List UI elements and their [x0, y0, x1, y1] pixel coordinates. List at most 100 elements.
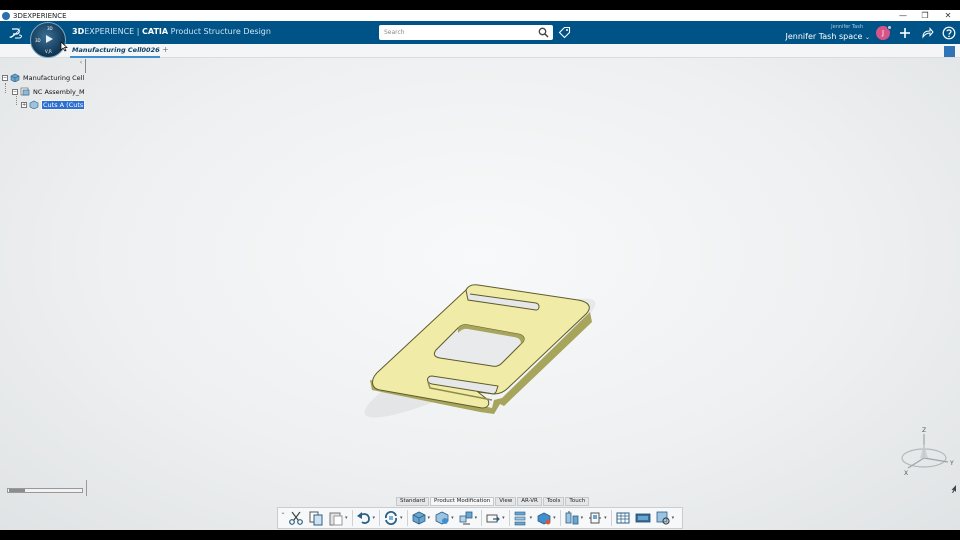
tree-node-label: Manufacturing Cell: [23, 73, 85, 82]
action-bar-sections: Standard Product Modification View AR-VR…: [396, 497, 590, 506]
dropdown-caret-icon[interactable]: ▾: [345, 515, 348, 521]
engineering-connection-button[interactable]: ▾: [513, 510, 533, 526]
fit-all-icon[interactable]: [944, 46, 955, 57]
move-icon: [486, 514, 500, 523]
part-model[interactable]: [0, 58, 960, 530]
display-button[interactable]: [635, 510, 651, 526]
tree-node-cuts-a[interactable]: + Cuts A (Cuts: [21, 99, 86, 110]
tab-manufacturing-cell[interactable]: Manufacturing Cell002640: [70, 44, 160, 58]
tree-node-manufacturing-cell[interactable]: − Manufacturing Cell: [2, 72, 84, 83]
update-button[interactable]: ▾: [383, 510, 403, 526]
copy-icon: [309, 511, 323, 526]
tree-expander[interactable]: −: [12, 88, 18, 95]
tree-expander[interactable]: −: [2, 74, 8, 81]
dropdown-caret-icon[interactable]: ▾: [373, 515, 376, 521]
compass-widget[interactable]: 3D 3D V,R: [30, 22, 66, 58]
add-icon[interactable]: [898, 26, 912, 40]
screen: 3DEXPERIENCE — ❐ ✕ 3DEXPERIENCE | CATIA …: [0, 0, 960, 540]
tree-connector: [5, 83, 6, 93]
notification-dot: [887, 25, 892, 30]
analysis-icon: [656, 511, 670, 525]
dropdown-caret-icon[interactable]: ▾: [672, 515, 675, 521]
dropdown-caret-icon[interactable]: ▾: [451, 515, 454, 521]
dropdown-caret-icon[interactable]: ▾: [428, 515, 431, 521]
pointer-icon: [951, 485, 956, 493]
insert-part-icon: [412, 511, 425, 525]
compass-top-label: 3D: [47, 26, 53, 31]
copy-button[interactable]: [308, 510, 324, 526]
tree-node-nc-assembly[interactable]: − NC Assembly_M: [12, 86, 85, 97]
display-icon: [635, 513, 651, 523]
tag-icon[interactable]: [558, 26, 571, 39]
separator: [406, 510, 408, 526]
play-icon[interactable]: [46, 35, 53, 43]
part-icon: [29, 100, 39, 109]
paste-button[interactable]: ▾: [328, 510, 348, 526]
add-tab-button[interactable]: +: [162, 45, 169, 54]
help-icon[interactable]: [942, 26, 956, 40]
tree-node-label: Cuts A (Cuts: [40, 99, 86, 110]
chevron-down-icon: ⌄: [864, 34, 870, 41]
dropdown-caret-icon[interactable]: ▾: [604, 515, 607, 521]
fix-icon: [537, 512, 551, 525]
snap-button[interactable]: ▾: [564, 510, 584, 526]
tree-expander[interactable]: +: [21, 101, 27, 108]
user-name: Jennifer Tash: [831, 24, 863, 30]
explode-icon: [589, 512, 602, 524]
action-bar-handle[interactable]: ⌄: [280, 509, 286, 527]
dropdown-caret-icon[interactable]: ▾: [400, 515, 403, 521]
insert-product-button[interactable]: ▾: [434, 510, 454, 526]
search-icon[interactable]: [538, 27, 549, 38]
tree-collapse-icon[interactable]: ‹: [77, 59, 85, 67]
dropdown-caret-icon[interactable]: ▾: [553, 515, 556, 521]
replace-button[interactable]: ▾: [458, 510, 478, 526]
tree-panel-edge-bottom[interactable]: [86, 480, 87, 496]
section-tab-product-modification[interactable]: Product Modification: [430, 497, 495, 506]
move-button[interactable]: ▾: [485, 510, 505, 526]
window-titlebar: 3DEXPERIENCE — ❐ ✕: [0, 10, 960, 21]
letterbox-top: [0, 0, 960, 10]
snap-icon: [565, 511, 579, 525]
cut-icon: [289, 511, 303, 525]
brand-title: 3DEXPERIENCE | CATIA Product Structure D…: [72, 27, 271, 36]
maximize-button[interactable]: ❐: [914, 10, 936, 21]
axis-triad[interactable]: Z X Y: [898, 424, 958, 480]
dassault-logo-icon[interactable]: [7, 24, 25, 40]
slider-thumb[interactable]: [9, 489, 25, 492]
close-button[interactable]: ✕: [937, 10, 959, 21]
avatar[interactable]: J: [876, 25, 892, 40]
section-tab-tools[interactable]: Tools: [542, 497, 565, 506]
3d-viewport[interactable]: Z X Y: [0, 58, 960, 530]
tree-connector: [16, 96, 17, 105]
axis-y-label: Y: [949, 460, 954, 467]
separator: [481, 510, 483, 526]
section-tab-standard[interactable]: Standard: [396, 497, 430, 506]
assembly-icon: [20, 87, 30, 96]
fix-button[interactable]: ▾: [536, 510, 556, 526]
section-tab-touch[interactable]: Touch: [565, 497, 590, 506]
separator: [559, 510, 561, 526]
brand-app: CATIA: [142, 27, 169, 36]
share-icon[interactable]: [920, 26, 934, 40]
separator: [508, 510, 510, 526]
insert-part-button[interactable]: ▾: [411, 510, 431, 526]
user-space-menu[interactable]: Jennifer Tash space ⌄: [785, 32, 870, 41]
undo-button[interactable]: ▾: [356, 510, 376, 526]
tree-panel-edge[interactable]: [85, 59, 86, 73]
paste-icon: [329, 512, 343, 526]
dropdown-caret-icon[interactable]: ▾: [581, 515, 584, 521]
analysis-button[interactable]: ▾: [655, 510, 675, 526]
insert-product-icon: [435, 511, 449, 525]
minimize-button[interactable]: —: [892, 10, 914, 21]
letterbox-bottom: [0, 530, 960, 540]
explode-button[interactable]: ▾: [587, 510, 607, 526]
section-tab-ar-vr[interactable]: AR-VR: [517, 497, 542, 506]
section-tab-view[interactable]: View: [495, 497, 517, 506]
dropdown-caret-icon[interactable]: ▾: [502, 515, 505, 521]
dropdown-caret-icon[interactable]: ▾: [475, 515, 478, 521]
tree-scroll-slider[interactable]: [7, 488, 83, 493]
cut-button[interactable]: [288, 510, 304, 526]
dropdown-caret-icon[interactable]: ▾: [530, 515, 533, 521]
table-button[interactable]: [615, 510, 631, 526]
search-input[interactable]: [379, 25, 534, 40]
